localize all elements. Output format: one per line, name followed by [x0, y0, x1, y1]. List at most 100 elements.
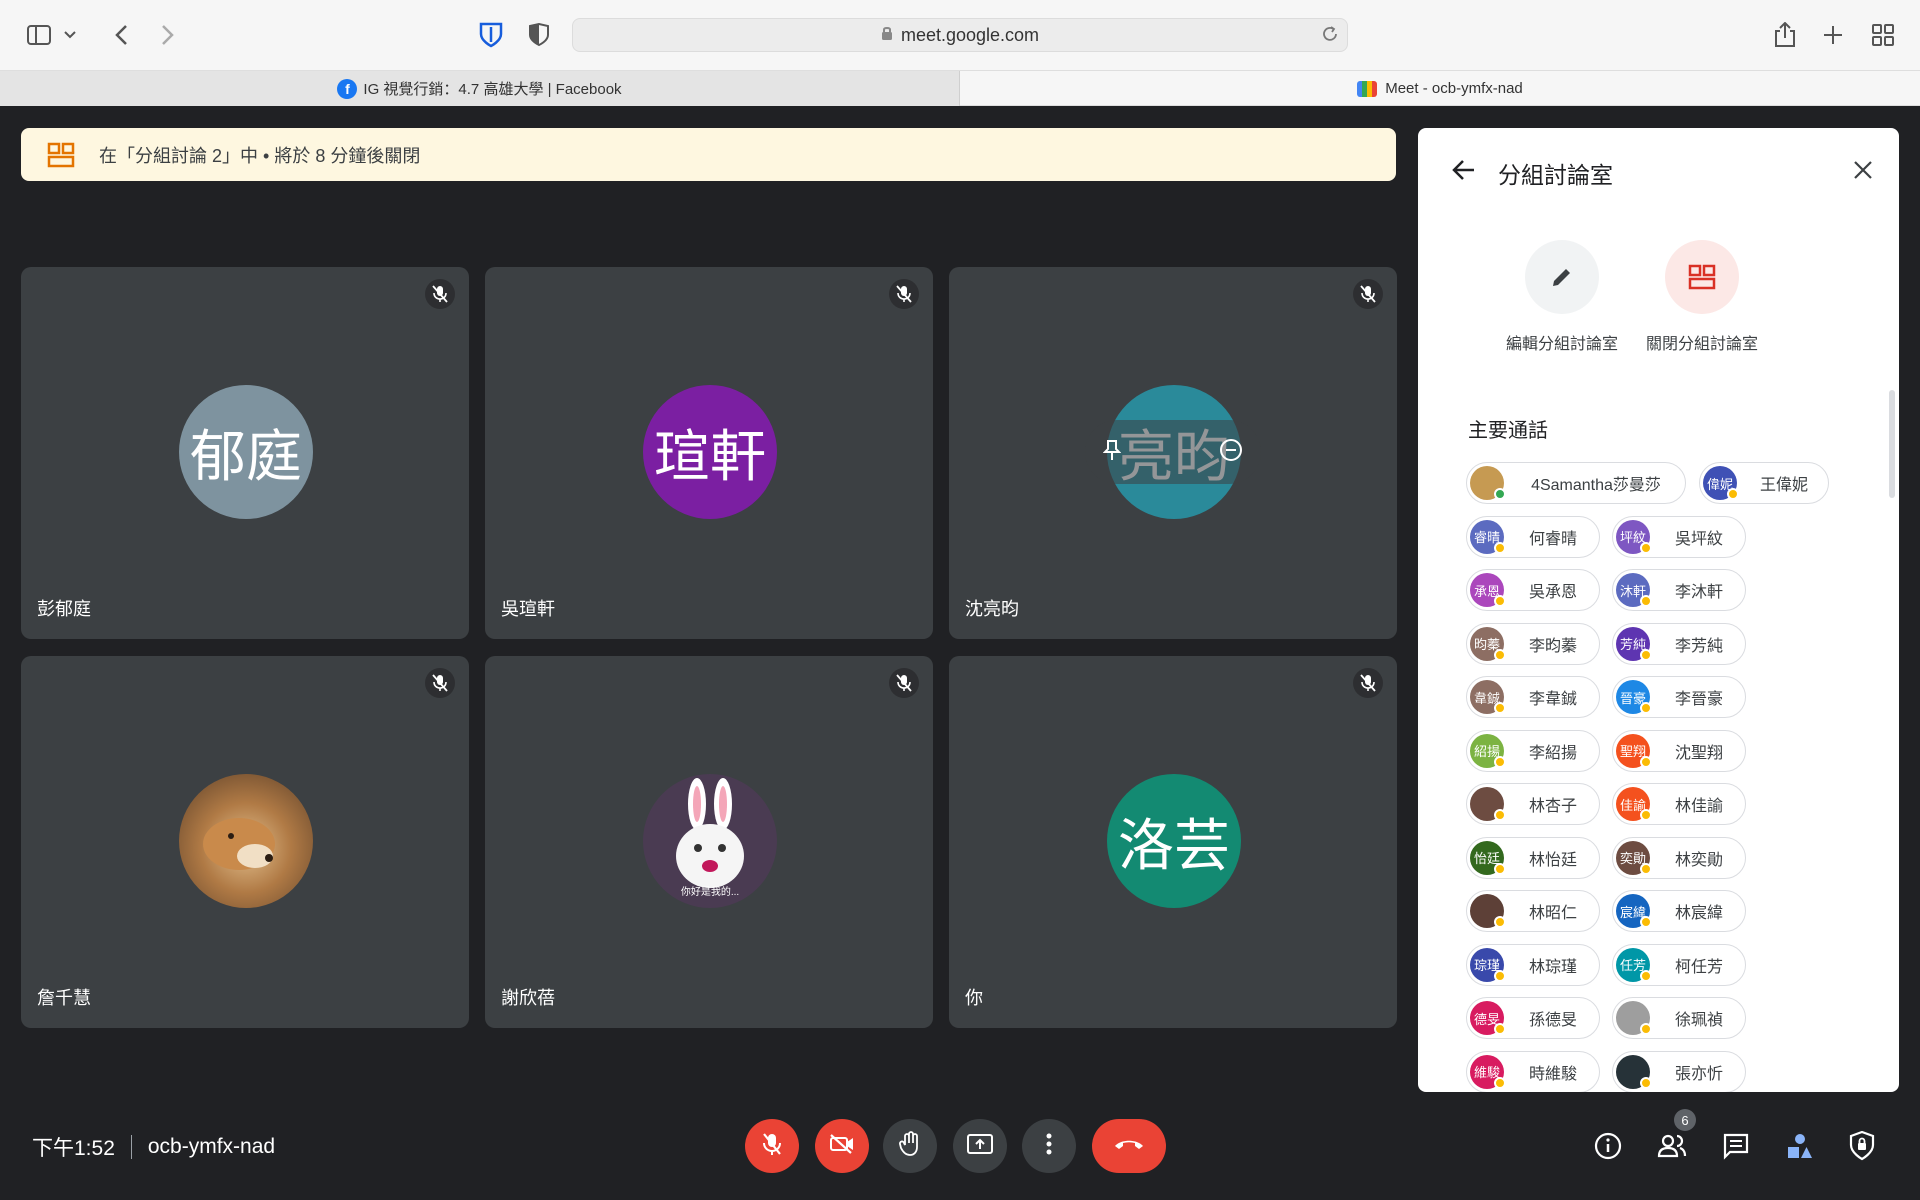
participant-tile[interactable]: 詹千慧 — [21, 656, 469, 1028]
self-tile[interactable]: 洛芸 你 — [949, 656, 1397, 1028]
forward-nav-icon[interactable] — [151, 18, 185, 52]
participant-chip[interactable]: 德旻 孫德旻 — [1466, 997, 1600, 1039]
chat-icon[interactable] — [1718, 1128, 1754, 1164]
participant-chip[interactable]: 韋鋮 李韋鋮 — [1466, 676, 1600, 718]
photo-caption: 你好是我的... — [680, 887, 740, 898]
participant-chip-name: 李昀蓁 — [1528, 637, 1577, 655]
participant-chip-name: 何睿晴 — [1528, 530, 1577, 548]
participant-chip-name: 吳承恩 — [1528, 584, 1577, 601]
participant-chip-name: 林琮瑾 — [1528, 958, 1577, 976]
panel-scrollbar[interactable] — [1889, 390, 1895, 498]
share-icon[interactable] — [1768, 18, 1802, 52]
remove-icon[interactable] — [1219, 438, 1243, 467]
participant-chip[interactable]: 晉豪 李晉豪 — [1612, 676, 1746, 718]
microphone-toggle-button[interactable] — [745, 1119, 799, 1173]
privacy-shield-icon[interactable] — [522, 18, 556, 52]
lock-icon — [881, 25, 893, 46]
avatar: 瑄軒 — [643, 385, 777, 519]
tab-label: IG 視覺行銷：4.7 高雄大學 | Facebook — [363, 81, 622, 98]
participant-chip[interactable]: 睿晴 何睿晴 — [1466, 515, 1600, 558]
participant-chip[interactable]: 任芳 柯任芳 — [1612, 943, 1746, 986]
status-dot — [1640, 809, 1652, 821]
participant-tile[interactable]: 瑄軒 吳瑄軒 — [485, 267, 933, 639]
status-dot — [1640, 702, 1652, 714]
close-label: 關閉分組討論室 — [1645, 336, 1758, 353]
participant-chip-name: 時維駿 — [1528, 1065, 1577, 1083]
tab-overview-icon[interactable] — [1866, 18, 1900, 52]
main-call-heading: 主要通話 — [1468, 420, 1548, 442]
participant-chip[interactable]: 沐軒 李沐軒 — [1612, 569, 1746, 611]
facebook-icon: f — [337, 78, 358, 99]
status-dot — [1494, 916, 1506, 928]
participant-chip[interactable]: 坪紋 吳坪紋 — [1612, 515, 1746, 558]
meeting-details-icon[interactable] — [1590, 1128, 1626, 1164]
status-dot — [1640, 595, 1652, 607]
participant-chip[interactable]: 徐珮禎 — [1612, 997, 1746, 1039]
participant-chip[interactable]: 林杏子 — [1466, 783, 1600, 825]
current-time: 下午1:52 — [32, 1137, 115, 1160]
pin-icon[interactable] — [1102, 439, 1122, 466]
participant-chip[interactable]: 林昭仁 — [1466, 890, 1600, 932]
participant-chip-name: 李沐軒 — [1674, 584, 1723, 601]
participant-chip-name: 吳坪紋 — [1674, 530, 1723, 548]
participant-chip-name: 4Samantha莎曼莎 — [1531, 477, 1661, 494]
present-screen-button[interactable] — [953, 1119, 1007, 1173]
camera-toggle-button[interactable] — [815, 1119, 869, 1173]
activities-icon[interactable] — [1782, 1128, 1818, 1164]
status-dot — [1640, 862, 1652, 875]
status-dot — [1494, 755, 1506, 768]
participant-chip[interactable]: 偉妮 王偉妮 — [1699, 462, 1829, 504]
participant-chip[interactable]: 4Samantha莎曼莎 — [1466, 462, 1686, 504]
back-arrow-icon[interactable] — [1448, 154, 1480, 186]
tab-label: Meet - ocb-ymfx-nad — [1385, 80, 1523, 97]
mic-off-icon — [762, 1132, 782, 1161]
avatar: 洛芸 — [1107, 774, 1241, 908]
bitwarden-shield-icon[interactable] — [474, 18, 508, 52]
participant-chip[interactable]: 紹揚 李紹揚 — [1466, 729, 1600, 772]
participant-chip[interactable]: 佳諭 林佳諭 — [1612, 783, 1746, 825]
participant-chip[interactable]: 芳純 李芳純 — [1612, 622, 1746, 665]
hand-icon — [899, 1130, 921, 1162]
back-nav-icon[interactable] — [104, 18, 138, 52]
participant-chip[interactable]: 聖翔 沈聖翔 — [1612, 729, 1746, 772]
participant-chip[interactable]: 承恩 吳承恩 — [1466, 569, 1600, 611]
participant-chip[interactable]: 維駿 時維駿 — [1466, 1050, 1600, 1092]
host-controls-icon[interactable] — [1844, 1128, 1880, 1164]
tab-meet[interactable]: Meet - ocb-ymfx-nad — [960, 71, 1920, 106]
chevron-down-icon[interactable] — [60, 18, 80, 52]
participant-chip-name: 李紹揚 — [1528, 744, 1577, 762]
status-dot — [1727, 488, 1739, 500]
participant-chip-name: 孫德旻 — [1528, 1012, 1577, 1029]
participant-chip-name: 林宸緯 — [1674, 905, 1723, 922]
more-vert-icon — [1046, 1133, 1052, 1160]
participant-chip[interactable]: 張亦忻 — [1612, 1050, 1746, 1092]
raise-hand-button[interactable] — [883, 1119, 937, 1173]
address-bar[interactable]: meet.google.com — [572, 18, 1348, 52]
reload-icon[interactable] — [1321, 25, 1339, 48]
close-icon[interactable] — [1847, 154, 1879, 186]
leave-call-button[interactable] — [1092, 1119, 1166, 1173]
participant-name: 謝欣蓓 — [501, 988, 555, 1008]
participant-chip[interactable]: 宸緯 林宸緯 — [1612, 890, 1746, 932]
participant-chip[interactable]: 奕勛 林奕勛 — [1612, 836, 1746, 879]
participant-chip[interactable]: 琮瑾 林琮瑾 — [1466, 943, 1600, 986]
participant-tile[interactable]: 亮昀 沈亮昀 — [949, 267, 1397, 639]
edit-breakout-rooms-button[interactable]: 編輯分組討論室 — [1487, 240, 1637, 354]
participant-tile[interactable]: 你好是我的... 謝欣蓓 — [485, 656, 933, 1028]
close-breakout-rooms-button[interactable]: 關閉分組討論室 — [1627, 240, 1777, 354]
participant-chip-name: 林昭仁 — [1528, 905, 1577, 922]
tab-facebook[interactable]: f IG 視覺行銷：4.7 高雄大學 | Facebook — [0, 71, 960, 106]
people-icon[interactable] — [1654, 1128, 1690, 1164]
new-tab-icon[interactable] — [1816, 18, 1850, 52]
participant-chip[interactable]: 怡廷 林怡廷 — [1466, 836, 1600, 879]
mic-off-icon — [1353, 279, 1383, 309]
mic-off-icon — [889, 279, 919, 309]
more-options-button[interactable] — [1022, 1119, 1076, 1173]
status-dot — [1494, 969, 1506, 982]
participant-chip-name: 徐珮禎 — [1674, 1012, 1723, 1029]
sidebar-toggle-icon[interactable] — [22, 18, 56, 52]
participant-tile[interactable]: 郁庭 彭郁庭 — [21, 267, 469, 639]
participant-chip-name: 林怡廷 — [1528, 851, 1577, 869]
meet-icon — [1357, 80, 1378, 97]
participant-chip[interactable]: 昀蓁 李昀蓁 — [1466, 622, 1600, 665]
